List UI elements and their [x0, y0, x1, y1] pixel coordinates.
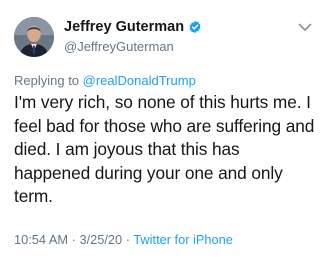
tweet-date[interactable]: 3/25/20 — [79, 232, 122, 247]
verified-badge-icon — [188, 20, 202, 34]
reply-prefix: Replying to — [14, 73, 83, 88]
meta-separator: · — [68, 232, 80, 247]
tweet-meta: 10:54 AM · 3/25/20 · Twitter for iPhone — [14, 232, 233, 247]
display-name[interactable]: Jeffrey Guterman — [64, 19, 184, 35]
tweet-card: Jeffrey Guterman @JeffreyGuterman Replyi… — [0, 0, 330, 259]
avatar-image — [14, 17, 54, 57]
name-row: Jeffrey Guterman — [64, 19, 202, 35]
chevron-down-icon[interactable] — [298, 22, 312, 32]
user-handle[interactable]: @JeffreyGuterman — [64, 39, 174, 54]
reply-context: Replying to @realDonaldTrump — [14, 73, 196, 88]
tweet-time[interactable]: 10:54 AM — [14, 232, 68, 247]
avatar[interactable] — [14, 17, 54, 57]
tweet-source-link[interactable]: Twitter for iPhone — [133, 232, 233, 247]
tweet-text: I'm very rich, so none of this hurts me.… — [14, 92, 315, 207]
meta-separator: · — [122, 232, 134, 247]
reply-to-link[interactable]: @realDonaldTrump — [83, 73, 196, 88]
